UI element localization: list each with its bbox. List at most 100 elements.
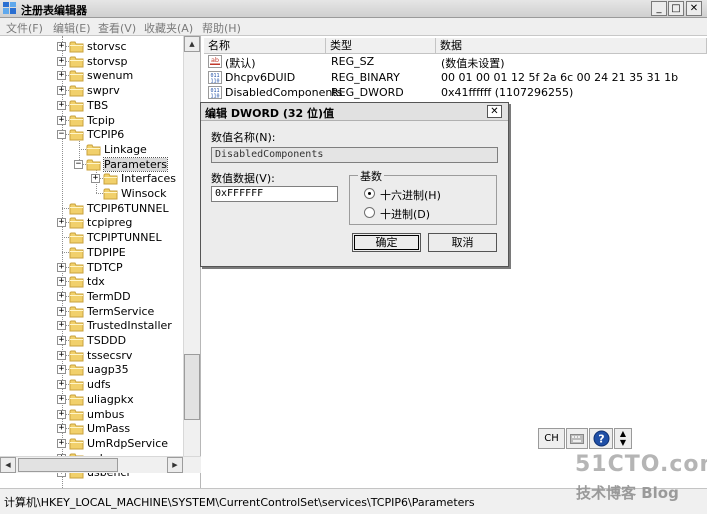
ime-options-icon[interactable]: ▲ ▼ bbox=[614, 428, 632, 449]
tree-item-label[interactable]: umbus bbox=[87, 408, 124, 421]
scroll-thumb[interactable] bbox=[184, 354, 200, 420]
tree-horizontal-scrollbar[interactable]: ◀ ▶ bbox=[0, 456, 201, 473]
menu-favorites[interactable]: 收藏夹(A) bbox=[144, 20, 193, 36]
dialog-title-bar[interactable]: 编辑 DWORD (32 位)值 ✕ bbox=[201, 103, 508, 121]
tree-item-label[interactable]: TermService bbox=[87, 305, 154, 318]
value-row[interactable]: 011 110 Dhcpv6DUID REG_BINARY 00 01 00 01 12… bbox=[204, 70, 707, 85]
tree-item-label[interactable]: UmPass bbox=[87, 422, 130, 435]
tree-item[interactable]: − Parameters bbox=[0, 156, 200, 172]
menu-view[interactable]: 查看(V) bbox=[98, 20, 136, 36]
tree-item-label[interactable]: Parameters bbox=[103, 156, 168, 172]
hex-radio[interactable] bbox=[364, 188, 375, 199]
ime-language-button[interactable]: CH bbox=[538, 428, 565, 449]
tree-vertical-scrollbar[interactable]: ▲ ▼ bbox=[183, 36, 200, 473]
tree-item-label[interactable]: TDTCP bbox=[87, 261, 123, 274]
tree-item[interactable]: + TSDDD bbox=[0, 333, 200, 348]
tree-item[interactable]: − TCPIP6 bbox=[0, 127, 200, 142]
value-data-input[interactable]: 0xFFFFFF bbox=[211, 186, 338, 202]
cancel-button[interactable]: 取消 bbox=[428, 233, 497, 252]
tree-item-label[interactable]: tssecsrv bbox=[87, 349, 132, 362]
tree-item-label[interactable]: TCPIPTUNNEL bbox=[87, 231, 162, 244]
tree-item[interactable]: + Interfaces bbox=[0, 171, 200, 186]
tree-item[interactable]: + uliagpkx bbox=[0, 392, 200, 407]
scroll-right-button[interactable]: ▶ bbox=[167, 457, 183, 473]
expand-icon[interactable]: + bbox=[57, 100, 66, 110]
tree-item-label[interactable]: storvsp bbox=[87, 55, 128, 68]
expand-icon[interactable]: + bbox=[57, 409, 66, 419]
tree-item-label[interactable]: TSDDD bbox=[87, 334, 126, 347]
tree-item-label[interactable]: TCPIP6TUNNEL bbox=[87, 202, 169, 215]
tree-item-label[interactable]: uliagpkx bbox=[87, 393, 134, 406]
tree-item[interactable]: + TermService bbox=[0, 304, 200, 319]
tree-item-label[interactable]: TCPIP6 bbox=[87, 128, 124, 141]
expand-icon[interactable]: + bbox=[57, 42, 66, 51]
expand-icon[interactable]: + bbox=[57, 291, 66, 301]
scroll-up-button[interactable]: ▲ bbox=[184, 36, 200, 52]
column-header-name[interactable]: 名称 bbox=[204, 38, 326, 54]
tree-item[interactable]: + tdx bbox=[0, 274, 200, 289]
tree-item[interactable]: TDPIPE bbox=[0, 245, 200, 260]
expand-icon[interactable]: + bbox=[57, 71, 66, 81]
menu-file[interactable]: 文件(F) bbox=[6, 20, 43, 36]
ok-button[interactable]: 确定 bbox=[352, 233, 421, 252]
tree-item-label[interactable]: swprv bbox=[87, 84, 120, 97]
keyboard-icon[interactable] bbox=[566, 428, 588, 449]
expand-icon[interactable]: + bbox=[57, 262, 66, 272]
expand-icon[interactable]: + bbox=[57, 336, 66, 345]
expand-icon[interactable]: + bbox=[57, 438, 66, 448]
tree-item[interactable]: Linkage bbox=[0, 142, 200, 157]
expand-icon[interactable]: + bbox=[57, 365, 66, 375]
tree-item-label[interactable]: storvsc bbox=[87, 40, 127, 53]
tree-item-label[interactable]: tcpipreg bbox=[87, 216, 132, 229]
expand-icon[interactable]: + bbox=[57, 277, 66, 287]
tree-item[interactable]: + TermDD bbox=[0, 289, 200, 304]
collapse-icon[interactable]: − bbox=[57, 130, 66, 140]
hex-radio-label[interactable]: 十六进制(H) bbox=[380, 187, 441, 203]
menu-edit[interactable]: 编辑(E) bbox=[53, 20, 91, 36]
tree-item[interactable]: TCPIP6TUNNEL bbox=[0, 201, 200, 216]
tree-item[interactable]: + UmPass bbox=[0, 421, 200, 436]
tree-item-label[interactable]: Tcpip bbox=[87, 114, 115, 127]
expand-icon[interactable]: + bbox=[57, 115, 66, 125]
tree-item[interactable]: + TDTCP bbox=[0, 260, 200, 275]
tree-item[interactable]: + tssecsrv bbox=[0, 348, 200, 363]
dialog-close-button[interactable]: ✕ bbox=[487, 105, 502, 118]
dec-radio[interactable] bbox=[364, 207, 375, 218]
tree-item-label[interactable]: TrustedInstaller bbox=[87, 319, 172, 332]
tree-item[interactable]: + udfs bbox=[0, 377, 200, 392]
collapse-icon[interactable]: − bbox=[74, 159, 83, 169]
maximize-button[interactable]: □ bbox=[668, 1, 684, 16]
expand-icon[interactable]: + bbox=[57, 424, 66, 434]
tree-item[interactable]: + uagp35 bbox=[0, 362, 200, 377]
expand-icon[interactable]: + bbox=[57, 306, 66, 316]
tree-item-label[interactable]: TDPIPE bbox=[87, 246, 126, 259]
tree-item-label[interactable]: Linkage bbox=[104, 143, 147, 156]
tree-item-label[interactable]: TermDD bbox=[87, 290, 131, 303]
registry-tree[interactable]: + storvsc + storvsp + swenum + swprv + TBS + Tcpip −… bbox=[0, 36, 201, 488]
tree-item[interactable]: + tcpipreg bbox=[0, 215, 200, 230]
scroll-h-thumb[interactable] bbox=[18, 458, 118, 472]
expand-icon[interactable]: + bbox=[91, 174, 100, 184]
tree-item[interactable]: + swprv bbox=[0, 83, 200, 98]
value-row[interactable]: ab (默认) REG_SZ (数值未设置) bbox=[204, 54, 707, 70]
menu-help[interactable]: 帮助(H) bbox=[202, 20, 241, 36]
tree-item[interactable]: + TBS bbox=[0, 98, 200, 113]
tree-item[interactable]: + UmRdpService bbox=[0, 436, 200, 451]
tree-item-label[interactable]: udfs bbox=[87, 378, 111, 391]
tree-item-label[interactable]: Interfaces bbox=[121, 172, 176, 185]
tree-item-label[interactable]: TBS bbox=[87, 99, 108, 112]
expand-icon[interactable]: + bbox=[57, 350, 66, 360]
expand-icon[interactable]: + bbox=[57, 394, 66, 404]
expand-icon[interactable]: + bbox=[57, 218, 66, 228]
help-icon[interactable]: ? bbox=[589, 428, 613, 449]
dec-radio-label[interactable]: 十进制(D) bbox=[380, 206, 430, 222]
tree-item[interactable]: + storvsp bbox=[0, 54, 200, 69]
tree-item[interactable]: Winsock bbox=[0, 186, 200, 201]
tree-item[interactable]: + TrustedInstaller bbox=[0, 318, 200, 333]
tree-item[interactable]: + storvsc bbox=[0, 39, 200, 54]
expand-icon[interactable]: + bbox=[57, 56, 66, 66]
tree-item[interactable]: + swenum bbox=[0, 68, 200, 83]
expand-icon[interactable]: + bbox=[57, 380, 66, 390]
tree-item-label[interactable]: UmRdpService bbox=[87, 437, 168, 450]
expand-icon[interactable]: + bbox=[57, 321, 66, 331]
